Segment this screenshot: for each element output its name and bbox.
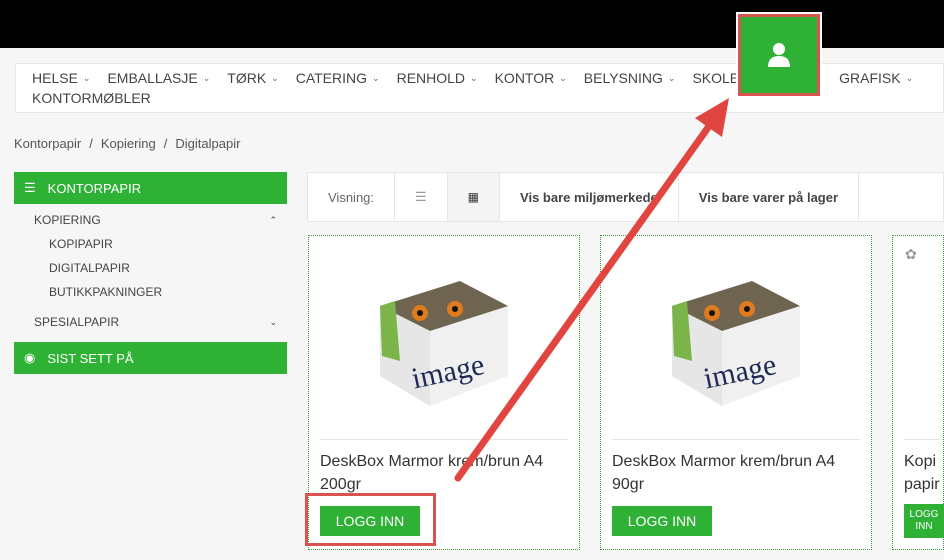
annotation-arrow [454,98,729,482]
